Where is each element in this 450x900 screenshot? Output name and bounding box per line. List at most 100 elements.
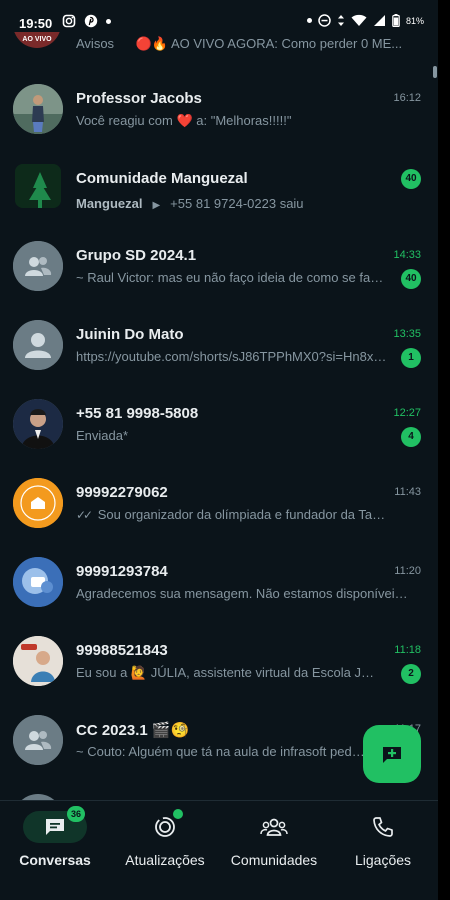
- avatar[interactable]: [13, 636, 63, 686]
- tab-label: Atualizações: [125, 852, 205, 868]
- tab-ligacoes[interactable]: Ligações: [350, 811, 416, 868]
- system-icons: 81%: [306, 14, 424, 27]
- tab-label: Comunidades: [230, 852, 318, 868]
- unread-badge: 4: [401, 427, 421, 447]
- battery-percent: 81%: [405, 15, 424, 26]
- chat-preview: ~ Couto: Alguém que tá na aula de infras…: [76, 744, 366, 759]
- chat-time: 13:35: [393, 328, 421, 340]
- partial-chat-text: Avisos 🔴🔥 AO VIVO AGORA: Como perder 0 M…: [76, 36, 402, 52]
- more-notifications-dot: [106, 18, 111, 24]
- chat-name: +55 81 9998-5808: [76, 405, 199, 422]
- group-icon: [13, 241, 63, 291]
- avatar[interactable]: [13, 399, 63, 449]
- dnd-icon: [318, 14, 331, 27]
- data-transfer-icon: [337, 15, 344, 26]
- instagram-icon: [62, 14, 76, 28]
- chat-time: 16:12: [393, 92, 421, 104]
- chat-preview: ~ Raul Victor: mas eu não faço ideia de …: [76, 270, 388, 285]
- chat-preview: Você reagiu com ❤️ a: "Melhoras!!!!!": [76, 113, 389, 129]
- tab-label: Conversas: [19, 852, 91, 868]
- notification-icons: [62, 14, 111, 28]
- avatar[interactable]: [13, 241, 63, 291]
- chat-preview: 🔴🔥 AO VIVO AGORA: Como perder 0 ME...: [135, 36, 403, 51]
- whatsapp-screen: 19:50 81% AO VIVO Avisos 🔴🔥 AO VIVO AGOR…: [0, 0, 438, 900]
- avatar[interactable]: [13, 715, 63, 765]
- updates-dot: [173, 809, 183, 819]
- preview-text: +55 81 9724-0223 saiu: [170, 196, 304, 211]
- chat-name: Juinin Do Mato: [76, 326, 184, 343]
- chat-preview: Enviada*: [76, 428, 129, 443]
- chat-time: 11:18: [394, 644, 421, 656]
- tab-comunidades[interactable]: Comunidades: [226, 811, 322, 868]
- chat-preview: ✓✓ Sou organizador da olímpiada e fundad…: [76, 507, 389, 522]
- unread-badge: 2: [401, 664, 421, 684]
- group-icon: [13, 715, 63, 765]
- chat-time: 14:33: [393, 249, 421, 261]
- chat-row-professor-jacobs[interactable]: Professor Jacobs 16:12 Você reagiu com ❤…: [0, 82, 438, 160]
- arrow-right-icon: ▶: [152, 200, 161, 211]
- community-avatar[interactable]: [15, 164, 61, 208]
- chat-preview: https://youtube.com/shorts/sJ86TPPhMX0?s…: [76, 349, 388, 364]
- signal-icon: [373, 15, 385, 26]
- chat-name: Grupo SD 2024.1: [76, 247, 197, 264]
- tab-icon-pill: [242, 811, 306, 843]
- unread-badge: 40: [401, 269, 421, 289]
- chat-row-comunidade-manguezal[interactable]: Comunidade Manguezal 40 Manguezal ▶ +55 81…: [0, 160, 438, 238]
- chat-row-5581999985808[interactable]: +55 81 9998-5808 12:27 Enviada* 4: [0, 397, 438, 475]
- new-chat-button[interactable]: [363, 725, 421, 783]
- chat-name: CC 2023.1 🎬🧐: [76, 722, 190, 739]
- avatar: AO VIVO: [13, 32, 61, 48]
- tab-conversas[interactable]: 36 Conversas: [18, 806, 92, 868]
- chat-row-grupo-sd[interactable]: Grupo SD 2024.1 14:33 ~ Raul Victor: mas…: [0, 239, 438, 317]
- chat-name: 99992279062: [76, 484, 168, 501]
- chat-time: 11:20: [394, 565, 421, 577]
- avatar[interactable]: [13, 557, 63, 607]
- conversas-unread-badge: 36: [67, 806, 85, 822]
- double-check-icon: ✓✓: [76, 508, 93, 522]
- chat-name: Avisos: [76, 36, 115, 51]
- avatar[interactable]: [13, 84, 63, 134]
- chat-time: 12:27: [393, 407, 421, 419]
- preview-text: Sou organizador da olímpiada e fundador …: [97, 507, 389, 522]
- default-avatar-icon: [13, 320, 63, 370]
- chat-row-99992279062[interactable]: 99992279062 11:43 ✓✓ Sou organizador da …: [0, 476, 438, 554]
- wifi-icon: [351, 14, 367, 26]
- preview-text: Você reagiu com: [76, 113, 177, 128]
- chat-row-partial[interactable]: AO VIVO Avisos 🔴🔥 AO VIVO AGORA: Como pe…: [0, 32, 438, 56]
- tab-label: Ligações: [354, 852, 412, 868]
- tab-icon-pill: 36: [23, 806, 87, 843]
- chat-name: Comunidade Manguezal: [76, 170, 248, 187]
- screen-edge: [438, 0, 450, 900]
- bottom-navigation: 36 Conversas Atualizações Comunidades Li…: [0, 800, 438, 900]
- chat-time: 11:43: [394, 486, 421, 498]
- chat-name: 99988521843: [76, 642, 168, 659]
- chat-name: 99991293784: [76, 563, 168, 580]
- calls-icon: [373, 817, 393, 837]
- tab-icon-pill: [133, 809, 197, 843]
- chats-icon: [46, 819, 64, 835]
- new-chat-icon: [383, 747, 401, 763]
- chat-preview: Agradecemos sua mensagem. Não estamos di…: [76, 586, 411, 601]
- unread-badge: 40: [401, 169, 421, 189]
- tab-icon-pill: [351, 811, 415, 843]
- chat-preview: Manguezal ▶ +55 81 9724-0223 saiu: [76, 196, 389, 211]
- tab-atualizacoes[interactable]: Atualizações: [119, 809, 211, 868]
- unread-badge: 1: [401, 348, 421, 368]
- chat-row-99991293784[interactable]: 99991293784 11:20 Agradecemos sua mensag…: [0, 555, 438, 633]
- status-icon: [155, 817, 175, 837]
- group-name: Manguezal: [76, 196, 143, 211]
- chat-row-99988521843[interactable]: 99988521843 11:18 Eu sou a 🙋 JÚLIA, assi…: [0, 634, 438, 712]
- chat-row-juinin-do-mato[interactable]: Juinin Do Mato 13:35 https://youtube.com…: [0, 318, 438, 396]
- scrollbar-thumb[interactable]: [433, 66, 437, 78]
- notification-dot-icon: [306, 18, 312, 23]
- avatar[interactable]: [13, 320, 63, 370]
- battery-icon: [392, 14, 400, 27]
- preview-text: a: "Melhoras!!!!!": [192, 113, 292, 128]
- chat-preview: Eu sou a 🙋 JÚLIA, assistente virtual da …: [76, 665, 375, 680]
- chat-row-partial-bottom[interactable]: [0, 792, 438, 800]
- avatar[interactable]: [13, 478, 63, 528]
- status-time: 19:50: [19, 16, 53, 31]
- chat-name: Professor Jacobs: [76, 90, 202, 107]
- communities-icon: [260, 818, 288, 836]
- pinterest-icon: [84, 14, 98, 28]
